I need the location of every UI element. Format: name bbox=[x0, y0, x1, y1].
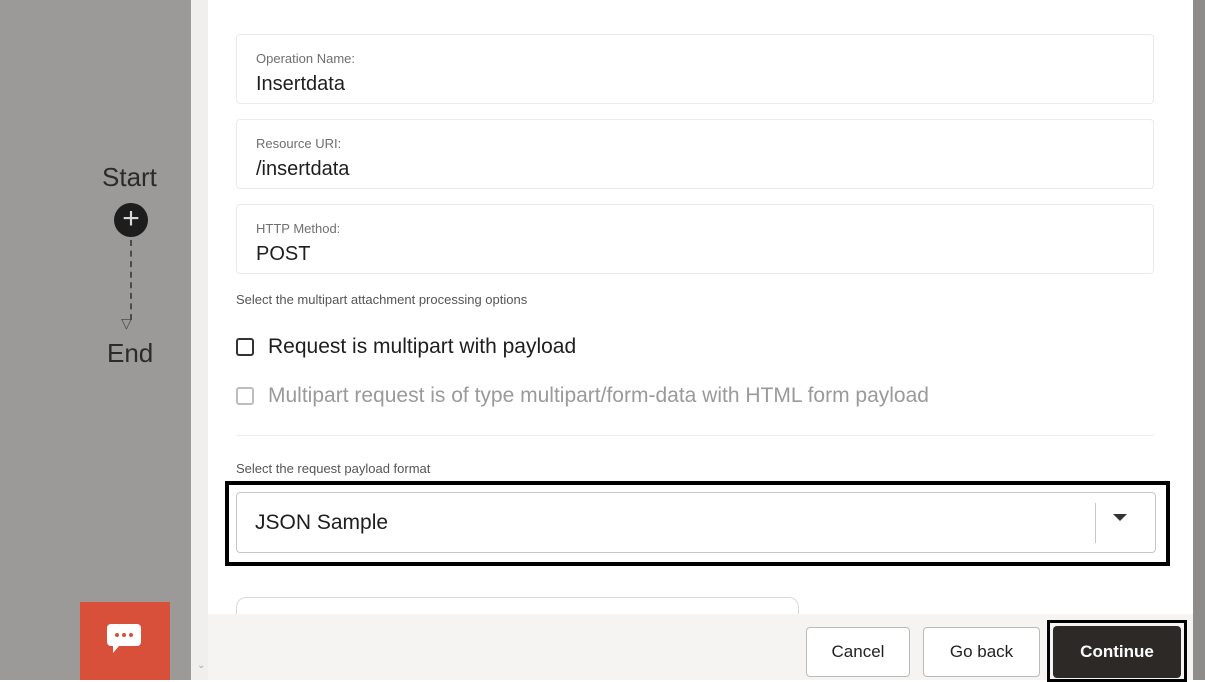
chat-button[interactable] bbox=[80, 602, 170, 680]
http-method-value: POST bbox=[256, 243, 311, 265]
wizard-footer bbox=[208, 614, 1193, 680]
continue-button[interactable]: Continue bbox=[1053, 626, 1181, 678]
http-method-field[interactable]: HTTP Method: POST bbox=[236, 204, 1154, 274]
resource-uri-field[interactable]: Resource URI: /insertdata bbox=[236, 119, 1154, 189]
multipart-section-label: Select the multipart attachment processi… bbox=[236, 292, 528, 307]
go-back-button[interactable]: Go back bbox=[923, 627, 1040, 677]
payload-format-value: JSON Sample bbox=[255, 511, 389, 534]
select-divider bbox=[1095, 503, 1096, 543]
cancel-button[interactable]: Cancel bbox=[806, 627, 910, 677]
multipart-checkbox[interactable] bbox=[236, 338, 254, 356]
caret-down-icon[interactable] bbox=[1113, 514, 1127, 521]
formdata-checkbox bbox=[236, 387, 254, 405]
operation-name-label: Operation Name: bbox=[256, 51, 355, 66]
resource-uri-label: Resource URI: bbox=[256, 136, 342, 151]
flow-connector bbox=[130, 240, 132, 320]
formdata-checkbox-row: Multipart request is of type multipart/f… bbox=[236, 383, 929, 409]
arrow-down-icon: ▽ bbox=[121, 315, 132, 331]
multipart-checkbox-row[interactable]: Request is multipart with payload bbox=[236, 334, 576, 360]
operation-name-value: Insertdata bbox=[256, 73, 345, 95]
flow-end-label: End bbox=[107, 338, 154, 368]
flow-canvas bbox=[0, 0, 191, 680]
http-method-label: HTTP Method: bbox=[256, 221, 341, 236]
resize-handle-icon[interactable]: ⌄ bbox=[197, 660, 205, 671]
resource-uri-value: /insertdata bbox=[256, 158, 350, 180]
payload-format-select[interactable]: JSON Sample bbox=[236, 492, 1156, 553]
chat-icon bbox=[107, 624, 141, 653]
flow-start-label: Start bbox=[102, 162, 157, 192]
operation-name-field[interactable]: Operation Name: Insertdata bbox=[236, 34, 1154, 104]
scrollbar[interactable] bbox=[1193, 0, 1205, 680]
plus-circle-icon[interactable]: + bbox=[114, 203, 148, 237]
formdata-checkbox-label: Multipart request is of type multipart/f… bbox=[268, 384, 929, 407]
panel-divider bbox=[191, 0, 208, 680]
payload-format-label: Select the request payload format bbox=[236, 461, 431, 476]
section-divider bbox=[236, 435, 1154, 436]
multipart-checkbox-label: Request is multipart with payload bbox=[268, 335, 577, 358]
